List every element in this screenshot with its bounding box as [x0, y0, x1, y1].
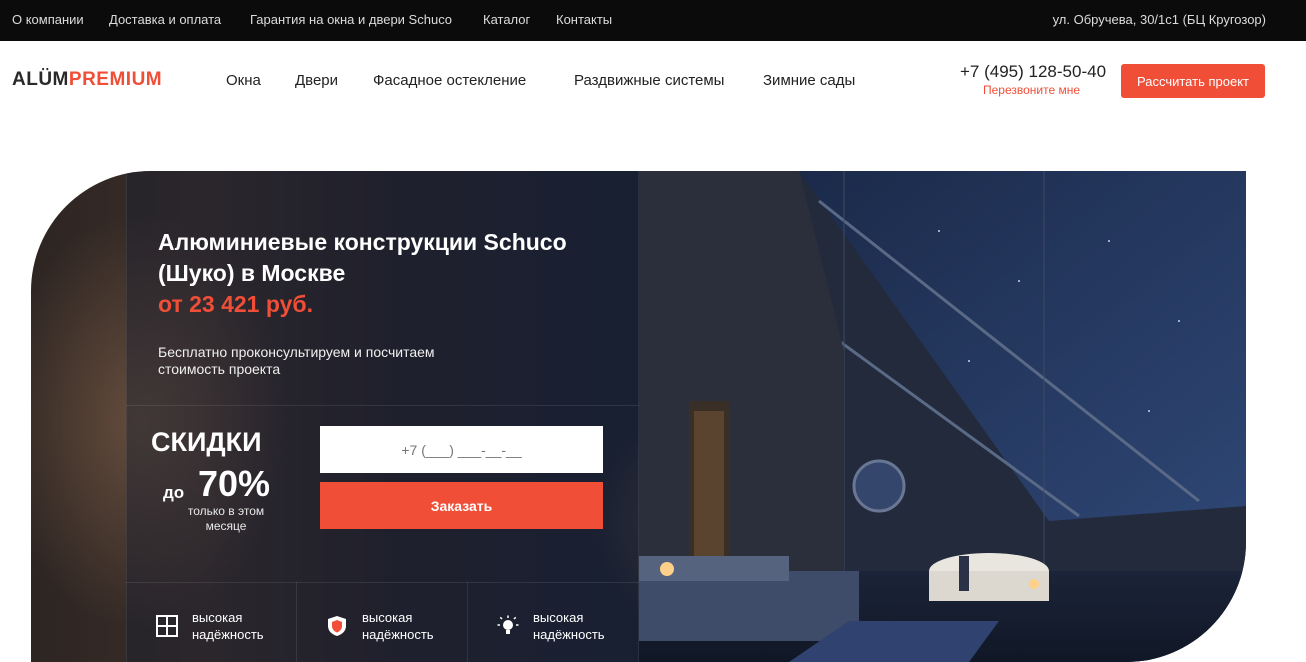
- panel-divider: [126, 582, 639, 583]
- topbar-link-warranty[interactable]: Гарантия на окна и двери Schuco: [250, 12, 452, 27]
- logo[interactable]: ALÜMPREMIUM: [12, 69, 162, 91]
- hero-price: от 23 421 руб.: [158, 291, 314, 317]
- feature-label: высокая надёжность: [533, 610, 605, 642]
- phone-number[interactable]: +7 (495) 128-50-40: [960, 62, 1106, 82]
- topbar-link-catalog[interactable]: Каталог: [483, 12, 530, 27]
- panel-divider: [126, 405, 639, 406]
- topbar-link-contacts[interactable]: Контакты: [556, 12, 612, 27]
- top-bar: О компании Доставка и оплата Гарантия на…: [0, 0, 1306, 41]
- lightbulb-icon: [497, 615, 519, 634]
- hero-room-image: [639, 171, 1246, 662]
- panel-divider: [467, 582, 468, 662]
- address-text: ул. Обручева, 30/1с1 (БЦ Кругозор): [1052, 12, 1266, 27]
- callback-link[interactable]: Перезвоните мне: [983, 83, 1080, 97]
- discount-word: СКИДКИ: [151, 427, 262, 457]
- hero-banner: Алюминиевые конструкции Schuco (Шуко) в …: [31, 171, 1246, 662]
- nav-item-wintergarden[interactable]: Зимние сады: [763, 72, 855, 89]
- discount-value: 70%: [198, 463, 271, 504]
- nav-item-sliding[interactable]: Раздвижные системы: [574, 72, 724, 89]
- nav-item-windows[interactable]: Окна: [226, 72, 261, 89]
- panel-divider: [296, 582, 297, 662]
- feature-label: высокая надёжность: [192, 610, 264, 642]
- topbar-link-about[interactable]: О компании: [12, 12, 84, 27]
- header: ALÜMPREMIUM Окна Двери Фасадное остеклен…: [0, 41, 1306, 121]
- nav-item-facade[interactable]: Фасадное остекление: [373, 72, 526, 89]
- discount-note: только в этом месяце: [187, 504, 265, 533]
- logo-part-1: ALÜM: [12, 69, 69, 90]
- shield-icon: [328, 616, 346, 636]
- topbar-link-delivery[interactable]: Доставка и оплата: [109, 12, 221, 27]
- window-icon: [156, 615, 178, 637]
- phone-input[interactable]: [320, 426, 603, 473]
- hero-subtitle: Бесплатно проконсультируем и посчитаем с…: [158, 344, 435, 377]
- nav-item-doors[interactable]: Двери: [295, 72, 338, 89]
- order-button[interactable]: Заказать: [320, 482, 603, 529]
- discount-prefix: до: [163, 483, 185, 502]
- hero-title: Алюминиевые конструкции Schuco (Шуко) в …: [158, 229, 567, 286]
- feature-label: высокая надёжность: [362, 610, 434, 642]
- logo-part-2: PREMIUM: [68, 69, 163, 90]
- calculate-project-button[interactable]: Рассчитать проект: [1121, 64, 1265, 98]
